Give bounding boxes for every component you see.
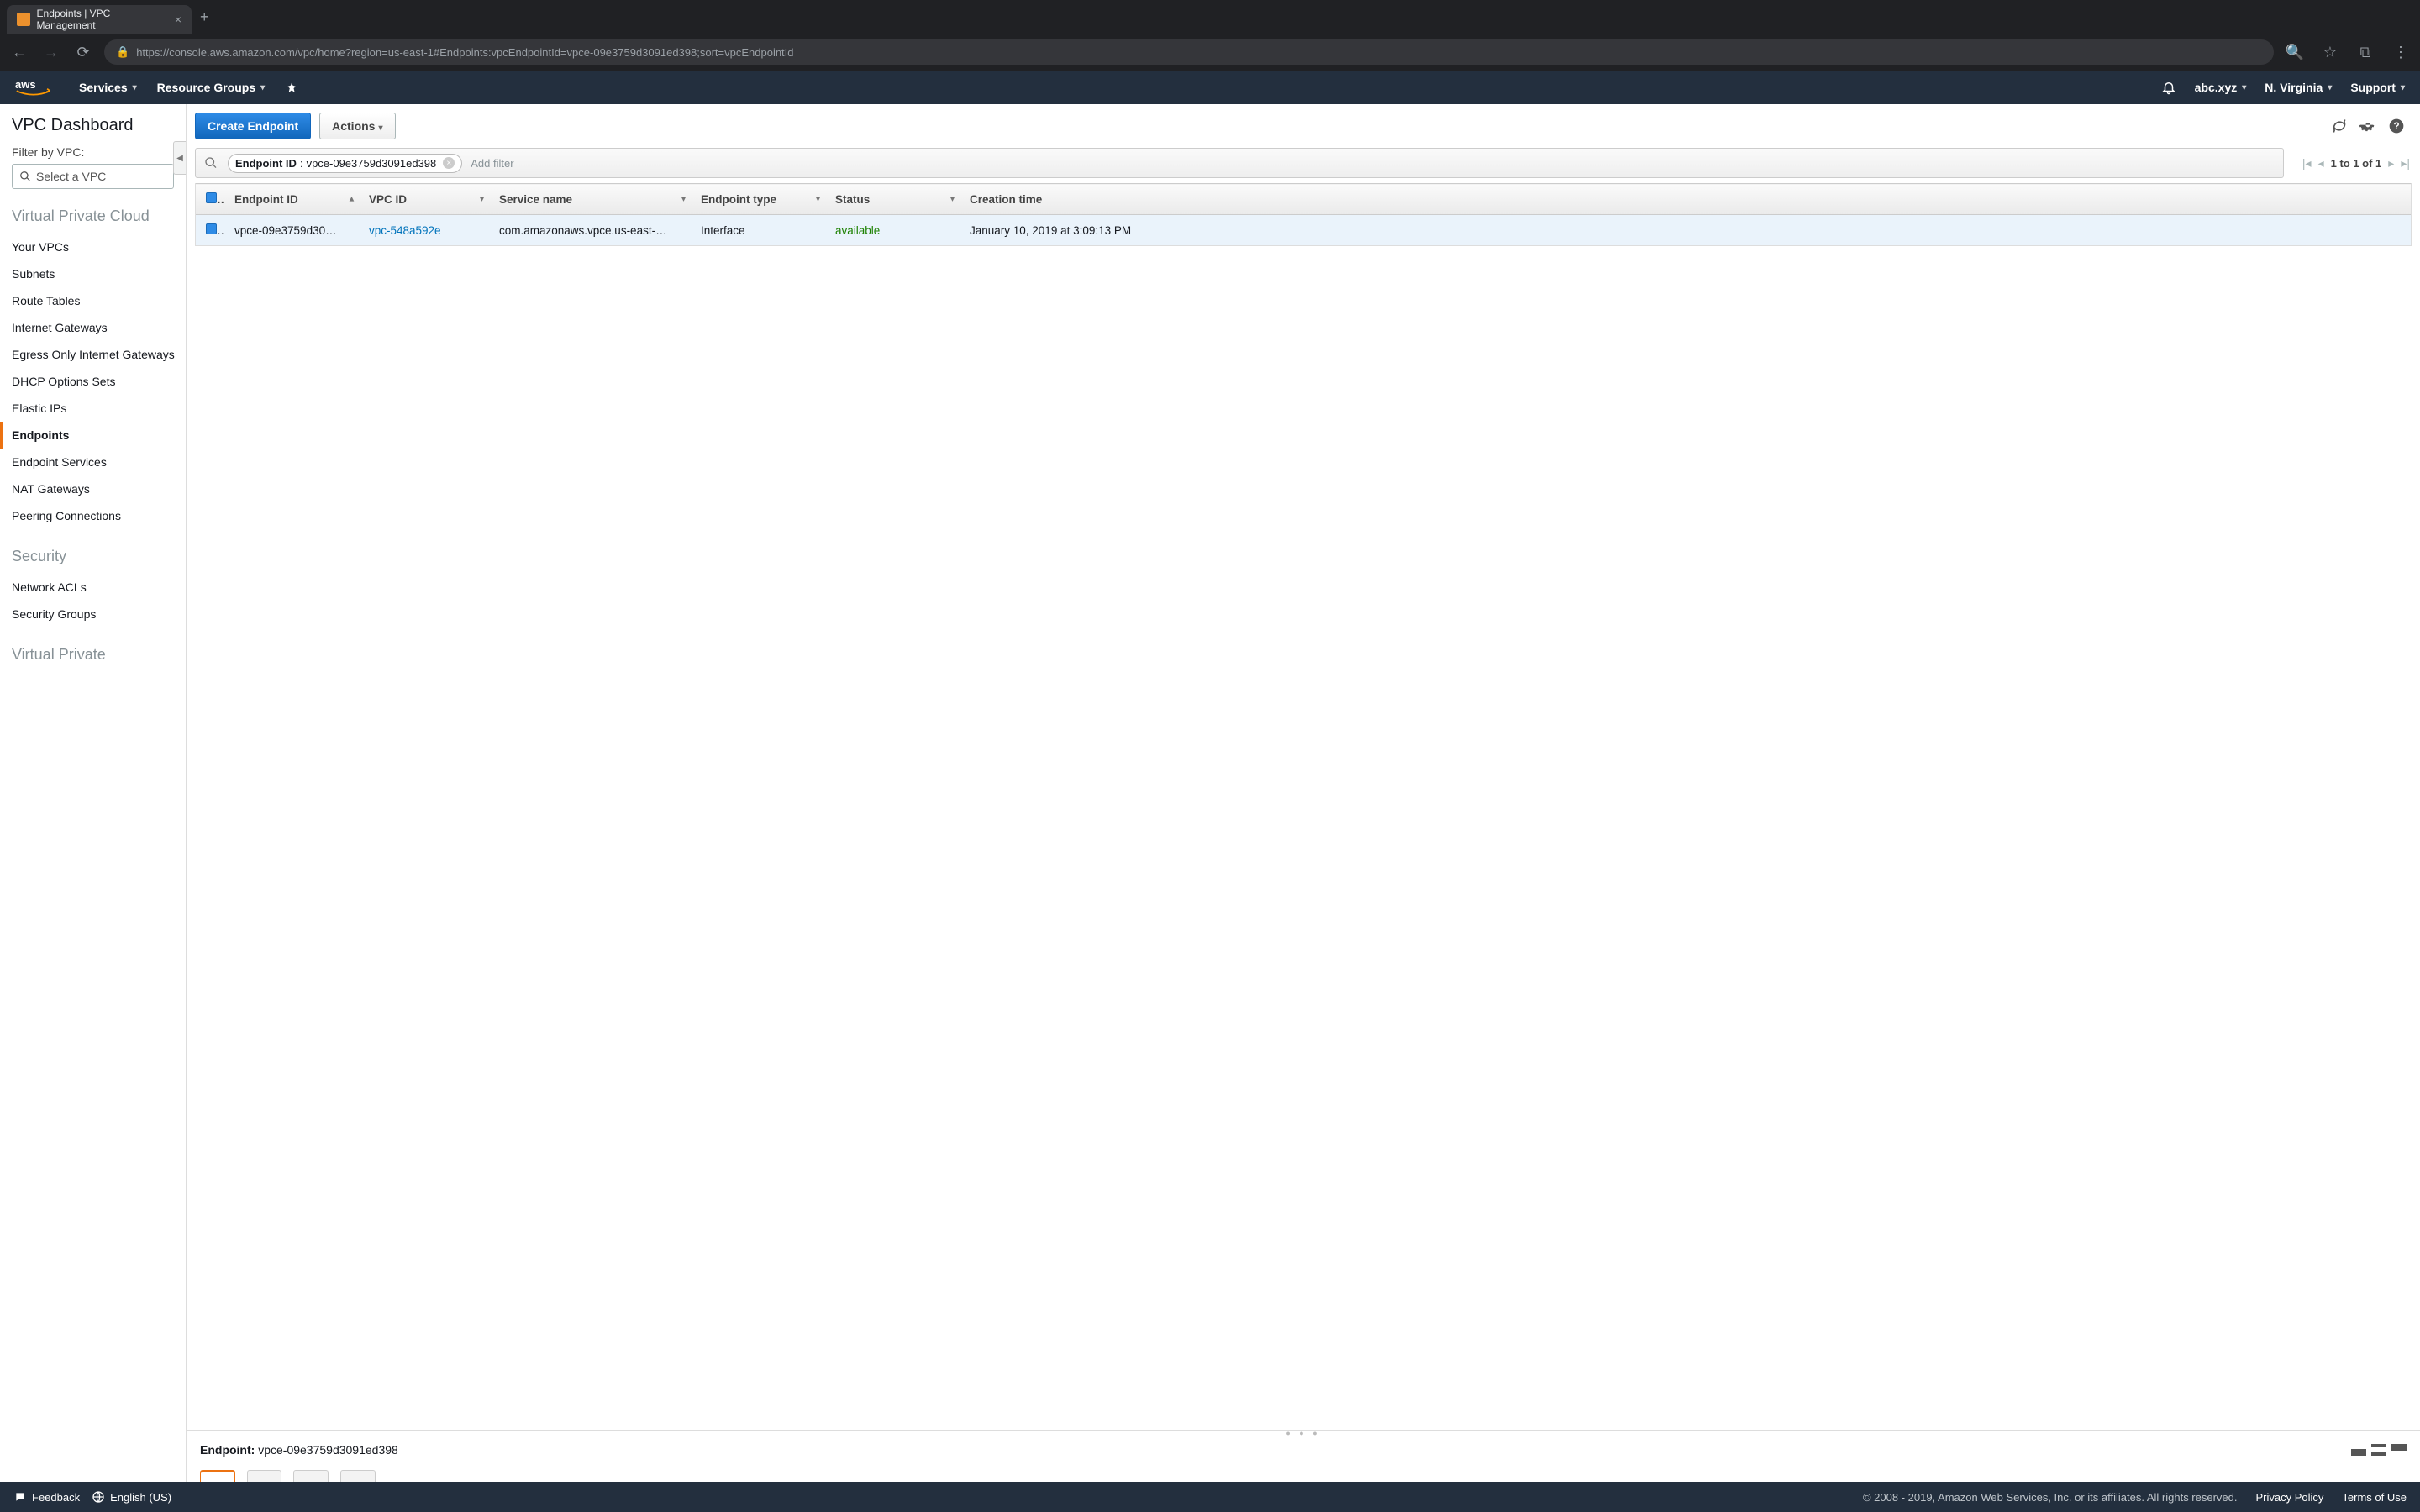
col-service-name[interactable]: Service name▾ [489, 184, 691, 215]
filter-by-vpc-label: Filter by VPC: [12, 145, 186, 159]
star-icon[interactable]: ☆ [2319, 44, 2341, 61]
sidebar-item-dhcp-options-sets[interactable]: DHCP Options Sets [0, 368, 186, 395]
sidebar-item-nat-gateways[interactable]: NAT Gateways [0, 475, 186, 502]
browser-chrome: Endpoints | VPC Management × + ← → ⟳ 🔒 h… [0, 0, 2420, 71]
nav-support[interactable]: Support▾ [2350, 81, 2405, 94]
aws-logo[interactable]: aws [15, 76, 59, 98]
pager: |◂ ◂ 1 to 1 of 1 ▸ ▸| [2292, 156, 2420, 171]
cell-service-name: com.amazonaws.vpce.us-east-… [489, 215, 691, 246]
sidebar-item-peering-connections[interactable]: Peering Connections [0, 502, 186, 529]
pager-first-icon[interactable]: |◂ [2302, 156, 2312, 171]
select-all-checkbox[interactable] [206, 192, 217, 203]
language-select[interactable]: English (US) [92, 1490, 171, 1504]
settings-gear-icon[interactable] [2358, 116, 2378, 136]
detail-tab-3[interactable] [293, 1470, 329, 1482]
sidebar-item-route-tables[interactable]: Route Tables [0, 287, 186, 314]
cell-creation-time: January 10, 2019 at 3:09:13 PM [960, 215, 2411, 246]
page-title: VPC Dashboard [12, 116, 186, 135]
detail-tab-4[interactable] [340, 1470, 376, 1482]
back-button[interactable]: ← [8, 44, 30, 61]
sidebar-section-head: Virtual Private [12, 646, 186, 664]
copyright-text: © 2008 - 2019, Amazon Web Services, Inc.… [1863, 1491, 2238, 1504]
col-endpoint-type[interactable]: Endpoint type▾ [691, 184, 825, 215]
feedback-link[interactable]: Feedback [13, 1491, 80, 1504]
endpoints-table: Endpoint ID▴ VPC ID▾ Service name▾ Endpo… [195, 183, 2412, 246]
tab-title: Endpoints | VPC Management [37, 8, 168, 31]
new-tab-button[interactable]: + [200, 8, 209, 26]
table-row[interactable]: vpce-09e3759d30… vpc-548a592e com.amazonaw… [196, 215, 2411, 246]
cell-endpoint-type: Interface [691, 215, 825, 246]
cell-endpoint-id: vpce-09e3759d30… [224, 215, 359, 246]
sidebar-item-security-groups[interactable]: Security Groups [0, 601, 186, 627]
cell-status: available [825, 215, 960, 246]
filter-chip[interactable]: Endpoint ID : vpce-09e3759d3091ed398 × [228, 154, 462, 173]
pager-last-icon[interactable]: ▸| [2401, 156, 2410, 171]
sidebar-section-head: Security [12, 548, 186, 565]
sidebar-collapse-handle[interactable]: ◀ [173, 141, 187, 175]
sidebar-item-elastic-ips[interactable]: Elastic IPs [0, 395, 186, 422]
sidebar-item-egress-only-internet-gateways[interactable]: Egress Only Internet Gateways [0, 341, 186, 368]
main-panel: Create Endpoint Actions▾ ? Endpoint I [187, 104, 2420, 1482]
nav-account[interactable]: abc.xyz▾ [2195, 81, 2247, 94]
sidebar: VPC Dashboard Filter by VPC: Select a VP… [0, 104, 187, 1482]
close-tab-icon[interactable]: × [175, 13, 182, 26]
help-icon[interactable]: ? [2386, 116, 2407, 136]
remove-chip-icon[interactable]: × [443, 157, 455, 169]
detail-panel: Endpoint: vpce-09e3759d3091ed398 [187, 1435, 2420, 1482]
privacy-link[interactable]: Privacy Policy [2256, 1491, 2324, 1504]
sidebar-item-endpoints[interactable]: Endpoints [0, 422, 186, 449]
actions-button[interactable]: Actions▾ [319, 113, 395, 139]
svg-text:?: ? [2393, 121, 2399, 132]
notifications-icon[interactable] [2161, 80, 2176, 95]
sidebar-item-internet-gateways[interactable]: Internet Gateways [0, 314, 186, 341]
sidebar-section-head: Virtual Private Cloud [12, 207, 186, 225]
pager-next-icon[interactable]: ▸ [2388, 156, 2394, 171]
reload-button[interactable]: ⟳ [72, 44, 94, 61]
layout-top-icon[interactable] [2391, 1444, 2407, 1456]
create-endpoint-button[interactable]: Create Endpoint [195, 113, 311, 139]
vpc-select-placeholder: Select a VPC [36, 170, 106, 183]
detail-title: Endpoint: vpce-09e3759d3091ed398 [200, 1443, 398, 1457]
search-icon[interactable] [196, 156, 226, 170]
sidebar-item-subnets[interactable]: Subnets [0, 260, 186, 287]
aws-topnav: aws Services▾ Resource Groups▾ abc.xyz▾ … [0, 71, 2420, 104]
nav-pin-icon[interactable] [285, 81, 297, 93]
nav-resource-groups[interactable]: Resource Groups▾ [157, 81, 266, 94]
sidebar-item-network-acls[interactable]: Network ACLs [0, 574, 186, 601]
svg-text:aws: aws [15, 78, 36, 91]
col-status[interactable]: Status▾ [825, 184, 960, 215]
lock-icon: 🔒 [116, 45, 129, 59]
aws-favicon [17, 13, 30, 26]
menu-icon[interactable]: ⋮ [2390, 44, 2412, 61]
terms-link[interactable]: Terms of Use [2342, 1491, 2407, 1504]
col-endpoint-id[interactable]: Endpoint ID▴ [224, 184, 359, 215]
sidebar-item-endpoint-services[interactable]: Endpoint Services [0, 449, 186, 475]
nav-region[interactable]: N. Virginia▾ [2265, 81, 2332, 94]
pager-prev-icon[interactable]: ◂ [2318, 156, 2324, 171]
layout-mid-icon[interactable] [2371, 1444, 2386, 1456]
cell-vpc-id-link[interactable]: vpc-548a592e [369, 224, 441, 237]
detail-tab-1[interactable] [200, 1470, 235, 1482]
layout-bottom-icon[interactable] [2351, 1444, 2366, 1456]
footer: Feedback English (US) © 2008 - 2019, Ama… [0, 1482, 2420, 1512]
row-checkbox[interactable] [206, 223, 217, 234]
nav-services[interactable]: Services▾ [79, 81, 137, 94]
extensions-icon[interactable]: ⧉ [2354, 44, 2376, 61]
browser-tab[interactable]: Endpoints | VPC Management × [7, 5, 192, 34]
filter-bar: Endpoint ID : vpce-09e3759d3091ed398 × A… [195, 148, 2284, 178]
sidebar-item-your-vpcs[interactable]: Your VPCs [0, 234, 186, 260]
refresh-icon[interactable] [2329, 116, 2349, 136]
zoom-icon[interactable]: 🔍 [2284, 44, 2306, 61]
pager-text: 1 to 1 of 1 [2331, 157, 2382, 170]
col-vpc-id[interactable]: VPC ID▾ [359, 184, 489, 215]
vpc-select[interactable]: Select a VPC [12, 164, 174, 189]
url-bar[interactable]: 🔒 https://console.aws.amazon.com/vpc/hom… [104, 39, 2274, 65]
col-creation-time[interactable]: Creation time [960, 184, 2411, 215]
url-text: https://console.aws.amazon.com/vpc/home?… [136, 46, 793, 59]
add-filter-input[interactable]: Add filter [467, 157, 2283, 170]
detail-tab-2[interactable] [247, 1470, 282, 1482]
forward-button[interactable]: → [40, 44, 62, 61]
